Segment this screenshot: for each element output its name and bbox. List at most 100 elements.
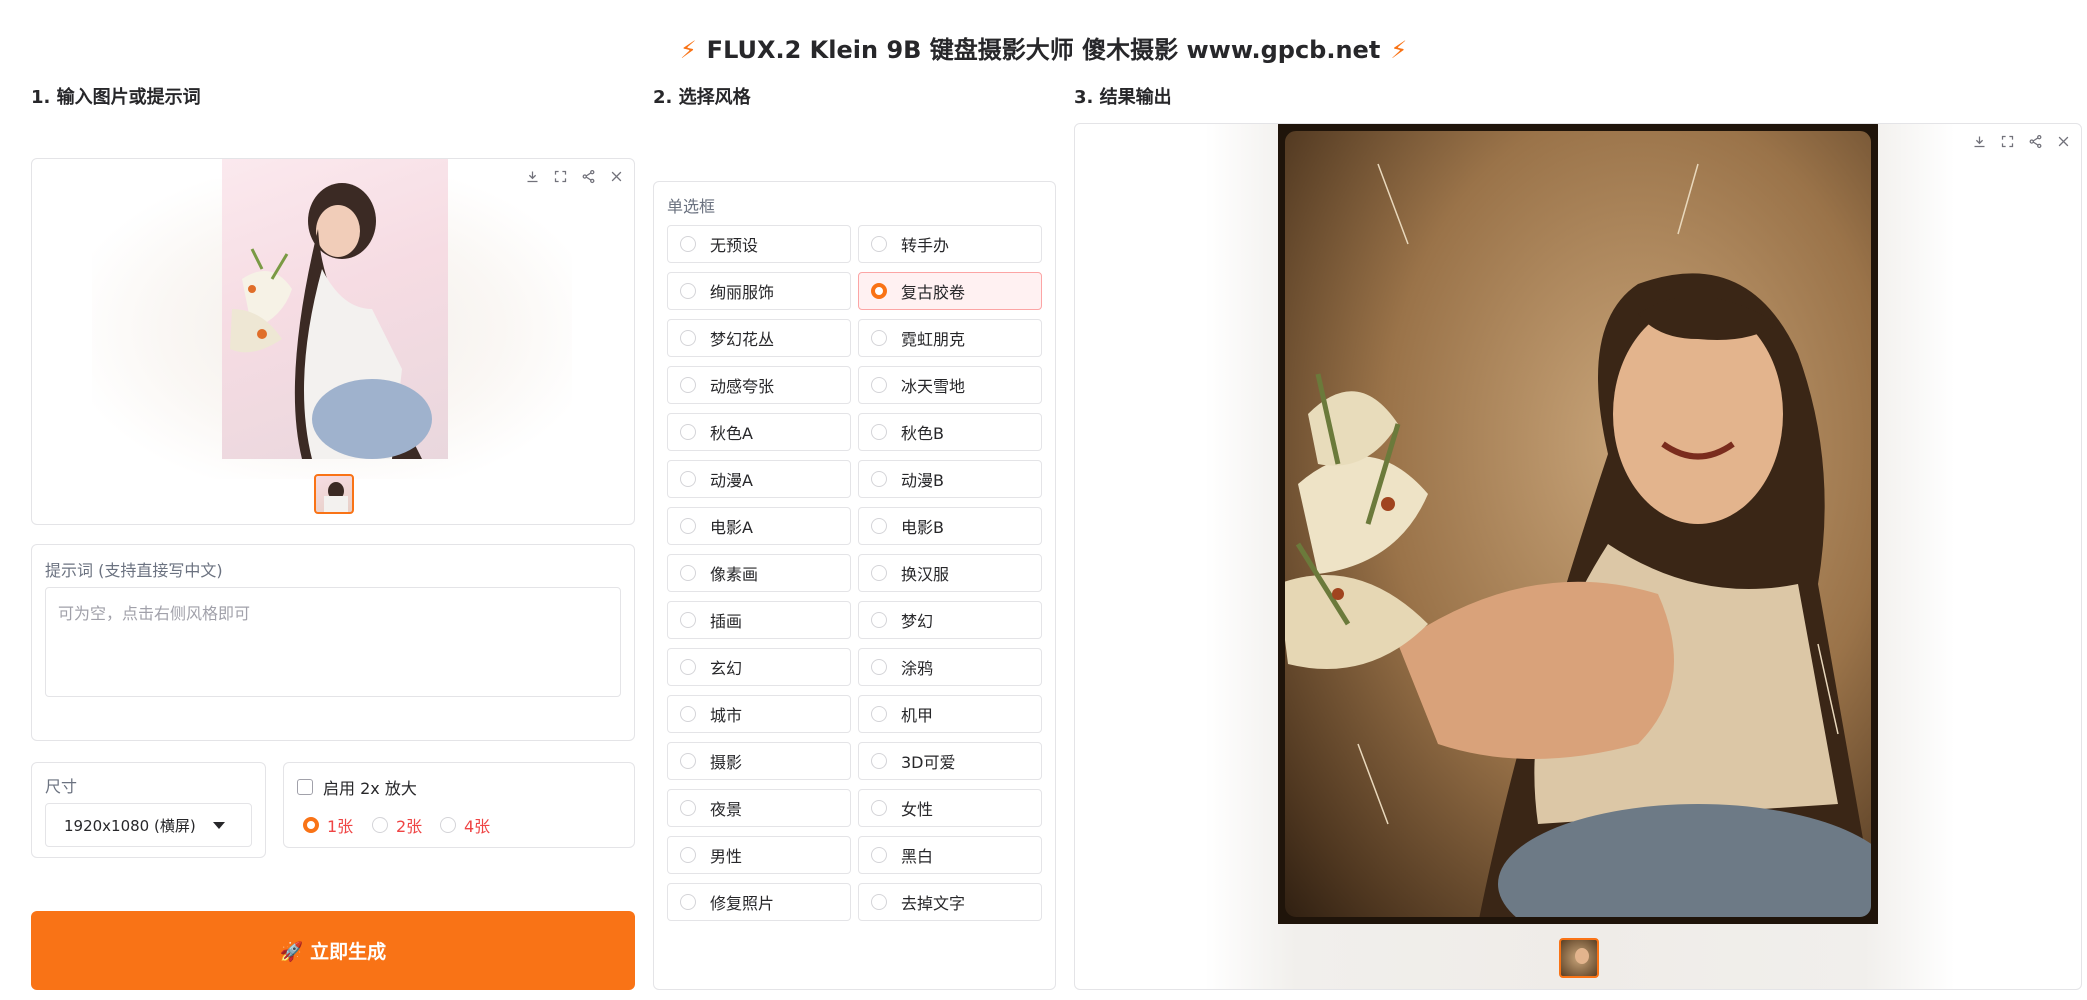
- share-icon[interactable]: [2023, 130, 2047, 152]
- style-option[interactable]: 冰天雪地: [858, 366, 1042, 404]
- style-option-label: 转手办: [901, 236, 950, 255]
- count-option-label: 1张: [327, 817, 354, 836]
- style-option[interactable]: 复古胶卷: [858, 272, 1042, 310]
- count-option-label: 2张: [396, 817, 423, 836]
- upscale-checkbox[interactable]: 启用 2x 放大: [297, 775, 417, 799]
- radio-dot: [871, 518, 887, 534]
- generate-button[interactable]: 🚀 立即生成: [31, 911, 635, 990]
- count-option-1[interactable]: 1张: [303, 813, 353, 837]
- style-option-label: 玄幻: [710, 659, 743, 678]
- radio-dot: [871, 377, 887, 393]
- style-option[interactable]: 城市: [667, 695, 851, 733]
- output-thumbnail[interactable]: [1559, 938, 1599, 978]
- radio-dot: [680, 236, 696, 252]
- style-option[interactable]: 梦幻花丛: [667, 319, 851, 357]
- input-photo: [222, 159, 448, 459]
- style-option[interactable]: 涂鸦: [858, 648, 1042, 686]
- style-option[interactable]: 电影B: [858, 507, 1042, 545]
- style-option[interactable]: 去掉文字: [858, 883, 1042, 921]
- style-option-label: 动漫A: [710, 471, 753, 490]
- size-label: 尺寸: [45, 777, 78, 796]
- count-option-label: 4张: [464, 817, 491, 836]
- bolt-icon: ⚡: [679, 36, 697, 64]
- radio-dot: [871, 565, 887, 581]
- style-option-label: 3D可爱: [901, 753, 956, 772]
- radio-dot: [871, 706, 887, 722]
- style-option[interactable]: 动漫A: [667, 460, 851, 498]
- checkbox-box: [297, 779, 313, 795]
- style-option-label: 电影B: [901, 518, 944, 537]
- download-icon[interactable]: [1967, 130, 1991, 152]
- close-icon[interactable]: [2051, 130, 2075, 152]
- radio-dot: [680, 847, 696, 863]
- style-option[interactable]: 秋色B: [858, 413, 1042, 451]
- style-option[interactable]: 像素画: [667, 554, 851, 592]
- style-option[interactable]: 梦幻: [858, 601, 1042, 639]
- prompt-panel: 提示词 (支持直接写中文) 可为空，点击右侧风格即可: [31, 544, 635, 741]
- style-option-label: 秋色B: [901, 424, 944, 443]
- radio-dot: [680, 706, 696, 722]
- radio-dot: [680, 659, 696, 675]
- radio-dot: [871, 753, 887, 769]
- style-option-label: 绚丽服饰: [710, 283, 775, 302]
- style-option[interactable]: 修复照片: [667, 883, 851, 921]
- input-image-panel[interactable]: [31, 158, 635, 525]
- style-option-label: 去掉文字: [901, 894, 966, 913]
- count-option-4[interactable]: 4张: [440, 813, 490, 837]
- radio-dot: [440, 817, 456, 833]
- radio-dot: [871, 330, 887, 346]
- style-option-label: 复古胶卷: [901, 283, 966, 302]
- output-photo: [1278, 124, 1878, 924]
- radio-dot: [871, 283, 887, 299]
- style-option[interactable]: 插画: [667, 601, 851, 639]
- style-option[interactable]: 动漫B: [858, 460, 1042, 498]
- style-option-label: 梦幻花丛: [710, 330, 775, 349]
- upscale-label: 启用 2x 放大: [323, 779, 417, 798]
- style-option[interactable]: 男性: [667, 836, 851, 874]
- size-select-value: 1920x1080 (横屏): [64, 816, 196, 835]
- fullscreen-icon[interactable]: [1995, 130, 2019, 152]
- style-option-label: 电影A: [710, 518, 753, 537]
- style-option-label: 机甲: [901, 706, 934, 725]
- radio-dot: [303, 817, 319, 833]
- style-option[interactable]: 机甲: [858, 695, 1042, 733]
- style-option-label: 霓虹朋克: [901, 330, 966, 349]
- style-option[interactable]: 换汉服: [858, 554, 1042, 592]
- close-icon[interactable]: [604, 165, 628, 187]
- prompt-input[interactable]: 可为空，点击右侧风格即可: [45, 587, 621, 697]
- style-option[interactable]: 动感夸张: [667, 366, 851, 404]
- style-option-label: 动感夸张: [710, 377, 775, 396]
- style-option[interactable]: 摄影: [667, 742, 851, 780]
- style-option-label: 夜景: [710, 800, 743, 819]
- style-option[interactable]: 夜景: [667, 789, 851, 827]
- style-option[interactable]: 转手办: [858, 225, 1042, 263]
- style-option-label: 动漫B: [901, 471, 944, 490]
- input-thumbnail[interactable]: [314, 474, 354, 514]
- input-image-toolbar: [520, 165, 628, 187]
- output-image-panel[interactable]: [1074, 123, 2082, 990]
- style-option[interactable]: 霓虹朋克: [858, 319, 1042, 357]
- radio-dot: [680, 800, 696, 816]
- section-input-label: 1. 输入图片或提示词: [31, 87, 201, 108]
- style-option[interactable]: 3D可爱: [858, 742, 1042, 780]
- style-option[interactable]: 无预设: [667, 225, 851, 263]
- fullscreen-icon[interactable]: [548, 165, 572, 187]
- size-select[interactable]: 1920x1080 (横屏): [45, 803, 252, 847]
- style-option-label: 黑白: [901, 847, 934, 866]
- style-option[interactable]: 电影A: [667, 507, 851, 545]
- style-group-label: 单选框: [667, 197, 716, 216]
- style-option[interactable]: 玄幻: [667, 648, 851, 686]
- radio-dot: [871, 800, 887, 816]
- options-panel: 启用 2x 放大 1张 2张 4张: [283, 762, 635, 848]
- style-option[interactable]: 秋色A: [667, 413, 851, 451]
- style-option[interactable]: 女性: [858, 789, 1042, 827]
- count-option-2[interactable]: 2张: [372, 813, 422, 837]
- radio-dot: [680, 471, 696, 487]
- style-option[interactable]: 黑白: [858, 836, 1042, 874]
- style-option-label: 修复照片: [710, 894, 775, 913]
- style-option[interactable]: 绚丽服饰: [667, 272, 851, 310]
- download-icon[interactable]: [520, 165, 544, 187]
- generate-button-label: 🚀 立即生成: [279, 941, 387, 963]
- radio-dot: [680, 753, 696, 769]
- share-icon[interactable]: [576, 165, 600, 187]
